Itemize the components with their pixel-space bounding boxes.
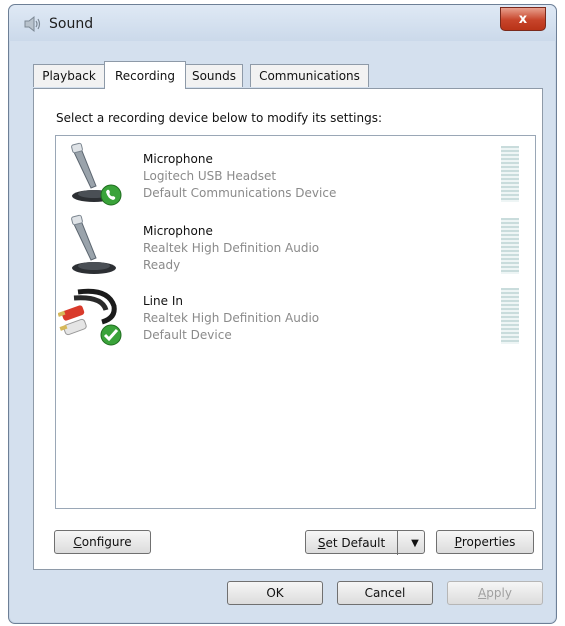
configure-button[interactable]: Configure — [54, 530, 151, 554]
sound-dialog: Sound x Playback Recording Sounds Commun… — [8, 4, 557, 624]
device-status: Default Communications Device — [143, 186, 337, 200]
list-item-device[interactable]: Microphone Realtek High Definition Audio… — [56, 212, 535, 280]
instruction-text: Select a recording device below to modif… — [56, 111, 383, 125]
button-label: Cancel — [364, 586, 406, 600]
device-list[interactable]: Microphone Logitech USB Headset Default … — [55, 135, 536, 509]
microphone-icon — [58, 214, 124, 278]
tab-communications[interactable]: Communications — [250, 64, 369, 87]
close-button[interactable]: x — [500, 7, 546, 31]
tab-playback[interactable]: Playback — [33, 64, 105, 87]
button-label: pply — [486, 586, 512, 600]
tab-label: Sounds — [191, 69, 237, 83]
device-status: Default Device — [143, 328, 232, 342]
tab-label: Recording — [114, 68, 176, 83]
tab-label: Communications — [259, 69, 360, 83]
title-bar[interactable]: Sound x — [9, 5, 556, 41]
level-meter — [501, 146, 519, 202]
ok-button[interactable]: OK — [227, 581, 323, 605]
tab-recording[interactable]: Recording — [104, 61, 186, 89]
device-name: Microphone — [143, 224, 213, 238]
hotkey-letter: P — [454, 535, 462, 549]
tab-label: Playback — [42, 69, 96, 83]
list-item-device[interactable]: Microphone Logitech USB Headset Default … — [56, 140, 535, 208]
speaker-icon — [23, 15, 43, 33]
hotkey-letter: A — [478, 586, 487, 600]
device-driver: Realtek High Definition Audio — [143, 311, 320, 325]
hotkey-letter: C — [73, 535, 82, 549]
device-driver: Realtek High Definition Audio — [143, 241, 320, 255]
level-meter — [501, 288, 519, 344]
recording-panel: Select a recording device below to modif… — [33, 88, 543, 570]
apply-button[interactable]: Apply — [447, 581, 543, 605]
properties-button[interactable]: Properties — [436, 530, 534, 554]
device-name: Microphone — [143, 152, 213, 166]
device-name: Line In — [143, 294, 183, 308]
hotkey-letter: S — [317, 536, 326, 550]
button-label: onfigure — [81, 535, 132, 549]
phone-badge-icon — [100, 184, 122, 210]
cancel-button[interactable]: Cancel — [337, 581, 433, 605]
checkmark-badge-icon — [100, 324, 122, 350]
button-label: OK — [266, 586, 284, 600]
close-icon: x — [518, 11, 528, 27]
list-item-device[interactable]: Line In Realtek High Definition Audio De… — [56, 282, 535, 350]
set-default-split-button[interactable]: Set Default ▼ — [305, 530, 425, 555]
window-title: Sound — [49, 16, 94, 32]
device-driver: Logitech USB Headset — [143, 169, 277, 183]
device-status: Ready — [143, 258, 181, 272]
set-default-button[interactable]: Set Default — [306, 531, 398, 555]
button-label: roperties — [461, 535, 516, 549]
level-meter — [501, 218, 519, 274]
button-label: et Default — [325, 536, 386, 550]
chevron-down-icon[interactable]: ▼ — [406, 531, 424, 555]
tab-sounds[interactable]: Sounds — [185, 64, 243, 87]
